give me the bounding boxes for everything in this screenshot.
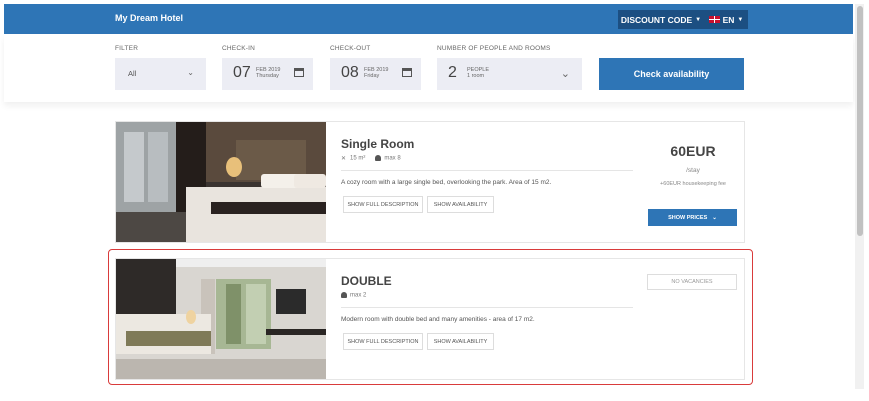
checkout-day: 08 [341,64,359,81]
checkin-month-weekday: FEB 2019 Thursday [256,67,280,79]
checkin-date-field[interactable]: 07 FEB 2019 Thursday [222,58,313,90]
scrollbar-thumb[interactable] [857,6,863,236]
person-icon [375,155,382,161]
highlight-frame [108,249,753,385]
filter-label: FILTER [115,45,139,52]
language-label: EN [722,14,735,25]
housekeeping-fee: +60EUR housekeeping fee [660,181,726,187]
checkout-weekday: Friday [364,73,380,79]
checkin-weekday: Thursday [256,73,279,79]
discount-code-label: DISCOUNT CODE [620,14,693,25]
filter-select[interactable]: All ⌄ [115,58,206,90]
caret-down-icon: ▼ [695,16,702,23]
room-photo-single[interactable] [116,122,326,242]
room-max-guests: max 8 [375,155,401,162]
show-availability-button[interactable]: SHOW AVAILABILITY [427,196,494,213]
top-navbar: My Dream Hotel DISCOUNT CODE ▼ EN ▼ [4,4,853,34]
checkout-date-field[interactable]: 08 FEB 2019 Friday [330,58,421,90]
divider [341,170,633,171]
room-title[interactable]: Single Room [341,137,414,151]
checkout-month-weekday: FEB 2019 Friday [364,67,388,79]
rooms-count: 1 room [467,73,485,79]
room-size-value: 15 m² [350,155,366,162]
chevron-down-icon: ⌄ [187,68,194,77]
chevron-down-icon: ⌄ [560,68,570,80]
room-size: ✕ 15 m² [341,155,365,162]
show-prices-label: SHOW PRICES [668,214,708,221]
caret-down-icon: ▼ [737,16,744,23]
checkin-label: CHECK-IN [222,45,256,52]
calendar-icon [402,68,412,77]
expand-icon: ✕ [341,156,347,162]
room-description: A cozy room with a large single bed, ove… [341,179,552,186]
room-meta: ✕ 15 m² max 8 [341,155,401,162]
checkin-day: 07 [233,64,251,81]
room-card-single: Single Room ✕ 15 m² max 8 A cozy room wit… [115,121,745,243]
hotel-booking-page: My Dream Hotel DISCOUNT CODE ▼ EN ▼ FILT… [0,0,869,401]
price-per-stay: /stay [686,167,700,174]
calendar-icon [294,68,304,77]
people-rooms-label: NUMBER OF PEOPLE AND ROOMS [437,45,551,52]
chevron-down-icon: ⌄ [712,214,717,221]
check-availability-button[interactable]: Check availability [599,58,744,90]
people-rooms-selector[interactable]: 2 PEOPLE 1 room ⌄ [437,58,582,90]
show-full-description-button[interactable]: SHOW FULL DESCRIPTION [343,196,423,213]
filter-value: All [128,69,137,78]
room-max-value: max 8 [384,155,401,162]
people-rooms-summary: PEOPLE 1 room [467,67,489,79]
hotel-brand[interactable]: My Dream Hotel [115,13,183,23]
checkout-label: CHECK-OUT [330,45,371,52]
show-prices-button[interactable]: SHOW PRICES ⌄ [648,209,737,226]
room-price: 60EUR [670,143,716,159]
language-selector[interactable]: EN ▼ [704,10,748,29]
uk-flag-icon [708,16,720,23]
people-count: 2 [448,64,457,81]
discount-code-button[interactable]: DISCOUNT CODE ▼ [618,10,704,29]
